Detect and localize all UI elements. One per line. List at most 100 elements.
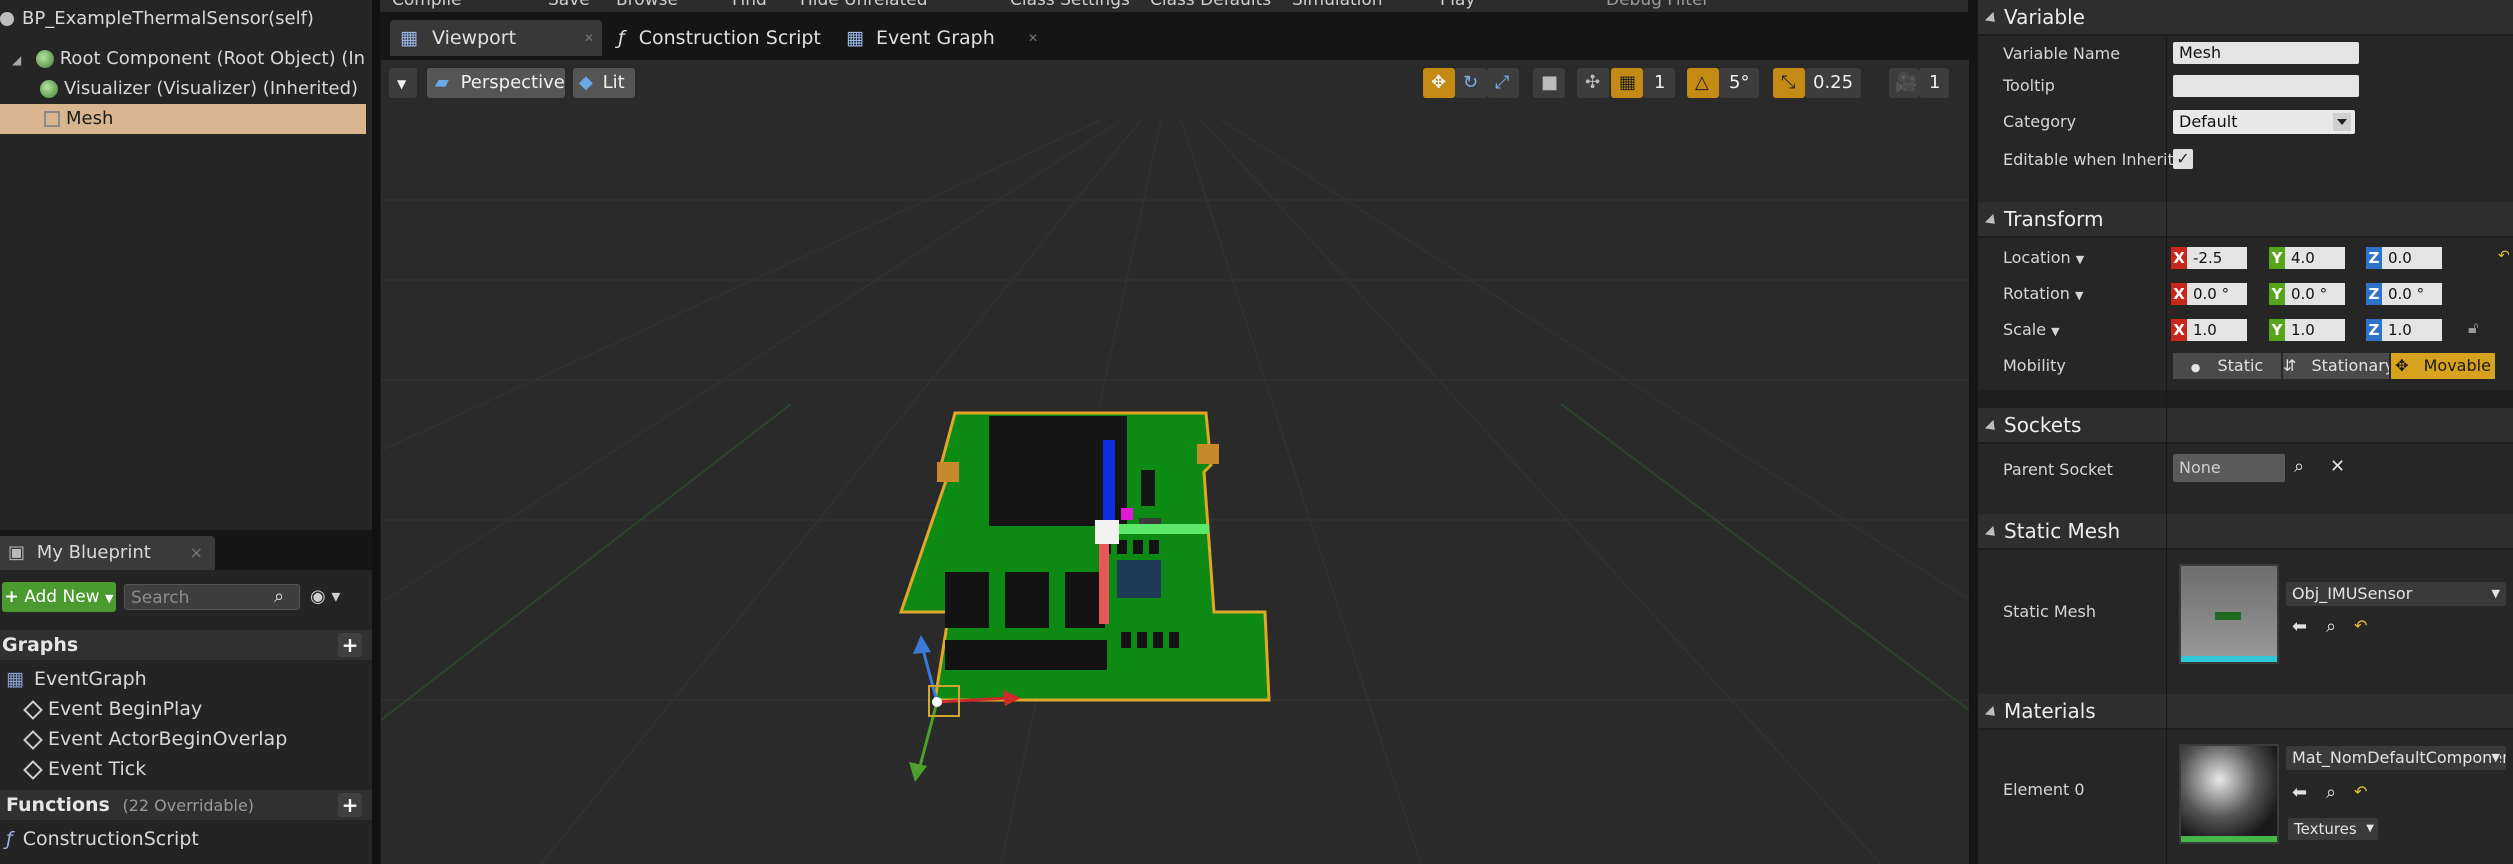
mobility-stationary-button[interactable]: ⇵ Stationary	[2283, 353, 2389, 379]
rotate-mode-icon[interactable]: ↻	[1455, 68, 1487, 98]
parent-socket-field[interactable]: None	[2173, 454, 2285, 482]
browse-search-icon[interactable]: ⌕	[2326, 616, 2336, 637]
rotation-x-field[interactable]: 0.0 °	[2187, 283, 2247, 305]
tab-close-icon[interactable]: ✕	[584, 20, 594, 56]
component-self[interactable]: BP_ExampleThermalSensor(self)	[0, 4, 366, 34]
toolbar-find[interactable]: Find	[732, 0, 767, 10]
lock-icon[interactable]: 🔓︎	[2468, 318, 2478, 338]
x-axis-label: X	[2171, 319, 2187, 341]
rotation-label[interactable]: Rotation ▼	[2003, 284, 2083, 303]
location-y-field[interactable]: 4.0	[2285, 247, 2345, 269]
reset-arrow-icon[interactable]: ↶	[2354, 616, 2367, 635]
graph-item-beginplay[interactable]: Event BeginPlay	[0, 694, 372, 724]
reset-arrow-icon[interactable]: ↶	[2498, 248, 2510, 264]
scale-snap-icon[interactable]: ⤡	[1773, 68, 1805, 98]
world-local-icon[interactable]: ■	[1533, 68, 1565, 98]
material-thumbnail[interactable]	[2179, 744, 2279, 844]
materials-section-header[interactable]: Materials	[1978, 694, 2513, 728]
view-options-eye-icon[interactable]: ◉ ▾	[310, 586, 354, 608]
browse-search-icon[interactable]: ⌕	[2326, 782, 2336, 803]
toolbar-play[interactable]: Play	[1440, 0, 1475, 10]
toolbar-debug-filter[interactable]: Debug Filter	[1606, 0, 1709, 10]
mobility-static-button[interactable]: ● Static	[2173, 353, 2281, 379]
scale-mode-icon[interactable]: ⤢	[1487, 68, 1519, 98]
sockets-section-header[interactable]: Sockets	[1978, 408, 2513, 442]
variable-section-header[interactable]: Variable	[1978, 0, 2513, 34]
perspective-button[interactable]: ▰ Perspective	[427, 68, 565, 98]
editable-checkbox[interactable]: ✓	[2173, 149, 2193, 169]
close-tab-icon[interactable]: ×	[190, 536, 203, 570]
component-visualizer[interactable]: Visualizer (Visualizer) (Inherited)	[0, 74, 366, 104]
scale-snap-value[interactable]: 0.25	[1805, 68, 1861, 98]
variable-name-field[interactable]: Mesh	[2173, 42, 2359, 64]
mobility-movable-button[interactable]: ✥ Movable	[2391, 353, 2495, 379]
viewport-icon: ▦	[400, 27, 418, 49]
chevron-down-icon: ▼	[2075, 253, 2085, 266]
viewport-canvas[interactable]: ▼ ▰ Perspective ◆ Lit ✥ ↻ ⤢ ■ ✣ ▦ 1 △ 5°…	[380, 60, 1969, 864]
rotation-z-field[interactable]: 0.0 °	[2382, 283, 2442, 305]
material-dropdown[interactable]: Mat_NomDefaultComponent ▼	[2286, 746, 2506, 770]
translate-mode-icon[interactable]: ✥	[1423, 68, 1455, 98]
add-function-button[interactable]: +	[338, 793, 362, 817]
grid-snap-icon[interactable]: ▦	[1611, 68, 1643, 98]
graphs-section-header[interactable]: Graphs +	[0, 630, 372, 660]
toolbar-browse[interactable]: Browse	[616, 0, 678, 10]
scale-z-field[interactable]: 1.0	[2382, 319, 2442, 341]
search-icon[interactable]: ⌕	[2294, 456, 2304, 477]
scale-y-field[interactable]: 1.0	[2285, 319, 2345, 341]
toolbar-hide-unrelated[interactable]: Hide Unrelated	[800, 0, 928, 10]
panel-splitter[interactable]	[372, 0, 380, 864]
search-icon[interactable]: ⌕	[274, 586, 296, 608]
tab-viewport[interactable]: ▦ Viewport ✕	[390, 20, 602, 56]
tab-close-icon[interactable]: ✕	[1028, 20, 1038, 56]
location-x-field[interactable]: -2.5	[2187, 247, 2247, 269]
scale-label[interactable]: Scale ▼	[2003, 320, 2060, 339]
use-selected-arrow-icon[interactable]: ⬅	[2292, 616, 2307, 637]
surface-snap-icon[interactable]: ✣	[1577, 68, 1609, 98]
toolbar-class-settings[interactable]: Class Settings	[1010, 0, 1130, 10]
mesh-preview-icon	[2215, 612, 2241, 620]
toolbar-simulation[interactable]: Simulation	[1292, 0, 1383, 10]
location-label[interactable]: Location ▼	[2003, 248, 2084, 267]
function-icon: ƒ	[618, 27, 625, 49]
tab-event-graph[interactable]: ▦ Event Graph ✕	[836, 20, 1048, 56]
function-item-constructionscript[interactable]: ƒ ConstructionScript	[0, 824, 372, 854]
tab-construction-script[interactable]: ƒ Construction Script	[610, 20, 821, 56]
static-mesh-dropdown[interactable]: Obj_IMUSensor ▼	[2286, 582, 2506, 606]
rotation-snap-icon[interactable]: △	[1687, 68, 1719, 98]
graph-item-beginoverlap[interactable]: Event ActorBeginOverlap	[0, 724, 372, 754]
camera-icon: ▰	[435, 72, 449, 93]
textures-dropdown[interactable]: Textures ▼	[2288, 818, 2378, 840]
toolbar-class-defaults[interactable]: Class Defaults	[1150, 0, 1271, 10]
add-new-button[interactable]: + Add New ▼	[2, 582, 116, 612]
lit-button[interactable]: ◆ Lit	[573, 68, 635, 98]
component-root[interactable]: ◢ Root Component (Root Object) (Inherite…	[0, 44, 366, 74]
use-selected-arrow-icon[interactable]: ⬅	[2292, 782, 2307, 803]
graph-item-tick[interactable]: Event Tick	[0, 754, 372, 784]
static-mesh-thumbnail[interactable]	[2179, 564, 2279, 664]
graph-item-eventgraph[interactable]: ▦ EventGraph	[0, 664, 372, 694]
clear-icon[interactable]: ✕	[2330, 456, 2345, 477]
collapse-arrow-icon[interactable]: ◢	[12, 45, 22, 74]
toolbar-compile[interactable]: Compile	[392, 0, 462, 10]
rotation-y-field[interactable]: 0.0 °	[2285, 283, 2345, 305]
add-graph-button[interactable]: +	[338, 633, 362, 657]
camera-speed-icon[interactable]: 🎥	[1889, 68, 1919, 98]
component-mesh[interactable]: Mesh	[0, 104, 366, 134]
transform-section-header[interactable]: Transform	[1978, 202, 2513, 236]
chevron-down-icon: ▼	[2075, 289, 2084, 302]
static-mesh-section-header[interactable]: Static Mesh	[1978, 514, 2513, 548]
toolbar-save[interactable]: Save	[548, 0, 590, 10]
rotation-snap-value[interactable]: 5°	[1719, 68, 1759, 98]
grid-snap-value[interactable]: 1	[1643, 68, 1675, 98]
reset-arrow-icon[interactable]: ↶	[2354, 782, 2367, 801]
location-z-field[interactable]: 0.0	[2382, 247, 2442, 269]
scale-x-field[interactable]: 1.0	[2187, 319, 2247, 341]
category-dropdown[interactable]: Default	[2173, 110, 2355, 134]
tab-my-blueprint[interactable]: ▣ My Blueprint ×	[0, 536, 215, 570]
tooltip-field[interactable]	[2173, 75, 2359, 97]
functions-section-header[interactable]: Functions (22 Overridable) +	[0, 790, 372, 820]
viewport-options-button[interactable]: ▼	[389, 68, 417, 98]
camera-speed-value[interactable]: 1	[1919, 68, 1949, 98]
column-divider[interactable]	[2166, 36, 2167, 864]
